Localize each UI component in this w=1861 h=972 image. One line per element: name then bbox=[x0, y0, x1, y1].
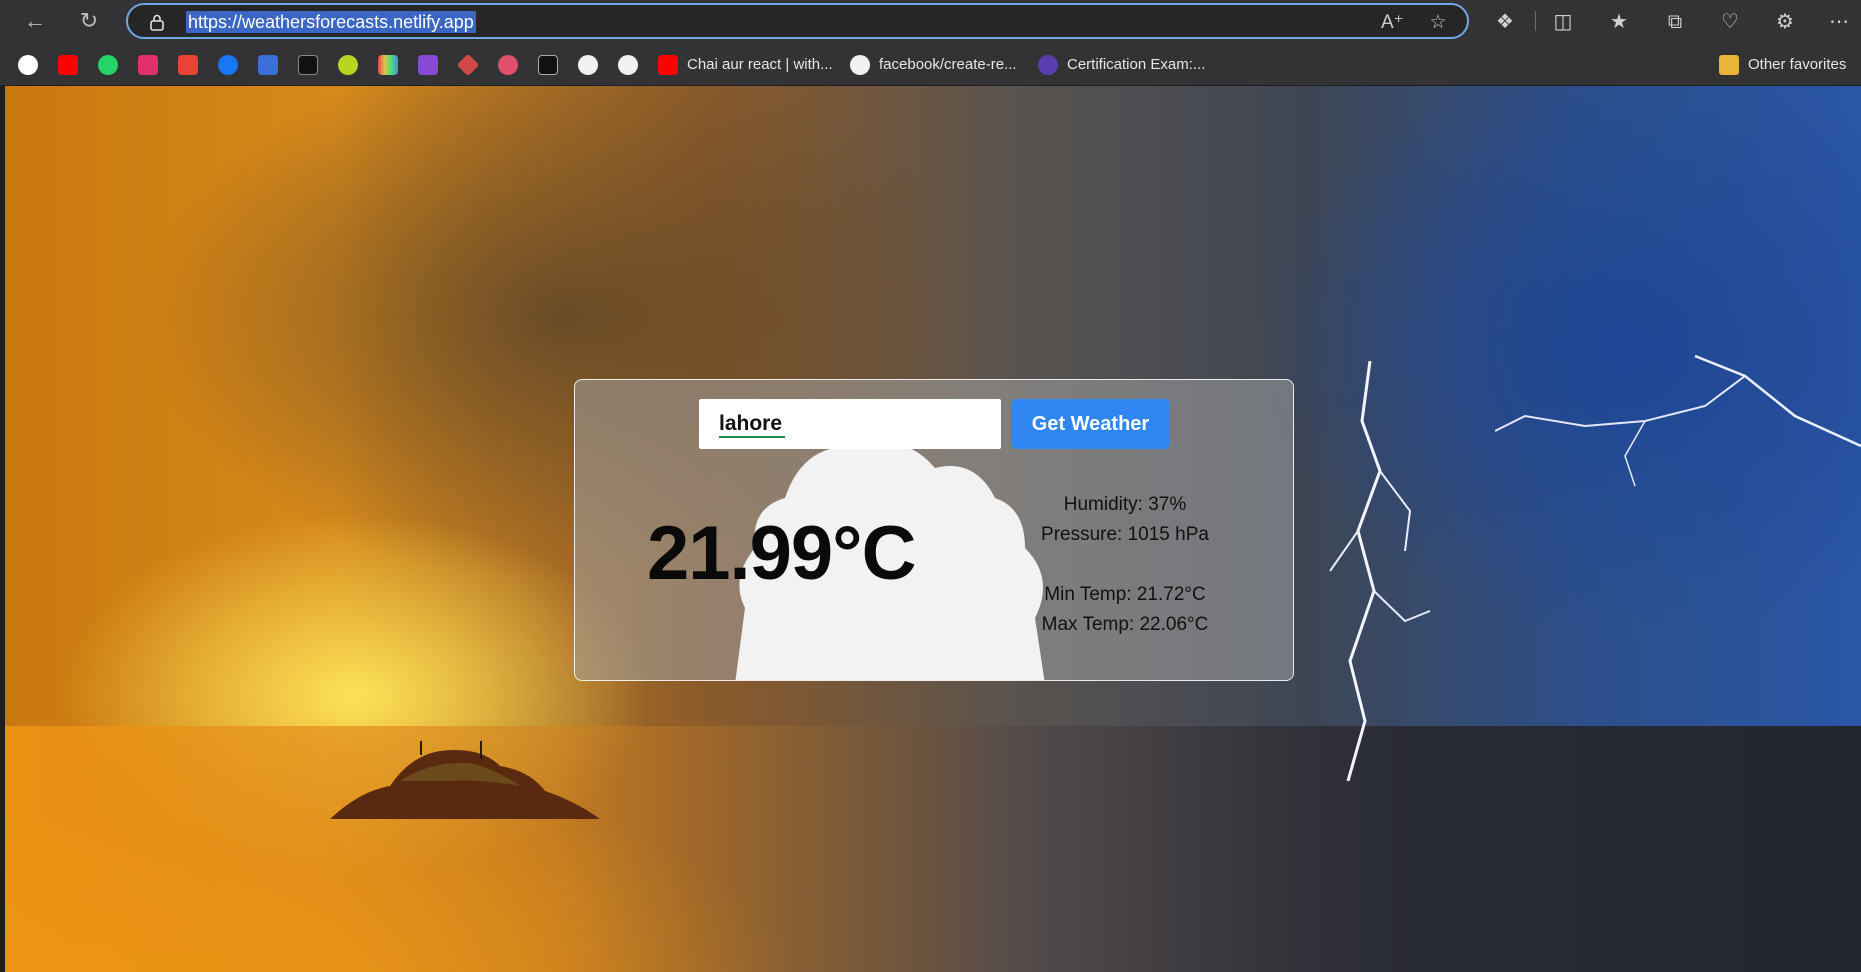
get-weather-button[interactable]: Get Weather bbox=[1011, 399, 1170, 449]
browser-essentials-icon[interactable]: ♡ bbox=[1717, 9, 1743, 35]
browser-toolbar: ← ↻ https://weathersforecasts.netlify.ap… bbox=[0, 0, 1861, 42]
colorbars-icon[interactable] bbox=[378, 55, 398, 75]
city-input[interactable] bbox=[699, 399, 1001, 449]
pressure-text: Pressure: 1015 hPa bbox=[1041, 524, 1209, 545]
mask-icon[interactable] bbox=[498, 55, 518, 75]
page-background: Get Weather 21.99°C Humidity: 37% Pressu… bbox=[5, 86, 1861, 972]
adobe-icon[interactable] bbox=[298, 55, 318, 75]
back-arrow-icon[interactable]: ← bbox=[18, 4, 52, 38]
github-icon[interactable] bbox=[578, 55, 598, 75]
github-icon[interactable] bbox=[618, 55, 638, 75]
folder-icon[interactable] bbox=[1719, 55, 1739, 75]
address-bar[interactable]: https://weathersforecasts.netlify.app A⁺… bbox=[126, 3, 1469, 39]
github-icon[interactable] bbox=[850, 55, 870, 75]
spellcheck-underline bbox=[719, 436, 785, 438]
youtube-icon[interactable] bbox=[58, 55, 78, 75]
weather-card: Get Weather 21.99°C Humidity: 37% Pressu… bbox=[574, 379, 1294, 681]
split-screen-icon[interactable]: ◫ bbox=[1550, 9, 1576, 35]
temperature-value: 21.99°C bbox=[647, 511, 916, 596]
refresh-icon[interactable]: ↻ bbox=[72, 4, 106, 38]
toolbar-divider bbox=[1535, 11, 1536, 31]
collections-icon[interactable]: ⧉ bbox=[1662, 9, 1688, 35]
read-aloud-icon[interactable]: A⁺ bbox=[1381, 12, 1404, 34]
purple-tv-icon[interactable] bbox=[418, 55, 438, 75]
youtube-icon[interactable] bbox=[658, 55, 678, 75]
crescent-icon[interactable] bbox=[1038, 55, 1058, 75]
copilot-icon[interactable]: ⚙ bbox=[1772, 9, 1798, 35]
whatsapp-icon[interactable] bbox=[98, 55, 118, 75]
green-ball-icon[interactable] bbox=[338, 55, 358, 75]
gmail-icon[interactable] bbox=[178, 55, 198, 75]
blue-app-icon[interactable] bbox=[258, 55, 278, 75]
weather-details: Humidity: 37% Pressure: 1015 hPa Min Tem… bbox=[1005, 490, 1245, 640]
browser-chrome: ← ↻ https://weathersforecasts.netlify.ap… bbox=[0, 0, 1861, 85]
url-text[interactable]: https://weathersforecasts.netlify.app bbox=[186, 11, 476, 33]
bookmarks-bar: Chai aur react | with... facebook/create… bbox=[0, 48, 1861, 82]
extensions-icon[interactable]: ❖ bbox=[1492, 9, 1518, 35]
bookmark-label[interactable]: facebook/create-re... bbox=[879, 54, 1017, 76]
lightning-bolt bbox=[1329, 361, 1431, 781]
more-options-icon[interactable]: ⋯ bbox=[1826, 9, 1852, 35]
sea-reflection bbox=[5, 726, 1861, 972]
lock-icon[interactable] bbox=[148, 13, 166, 31]
facebook-icon[interactable] bbox=[218, 55, 238, 75]
island-image bbox=[330, 741, 600, 819]
min-temp-text: Min Temp: 21.72°C bbox=[1044, 584, 1206, 605]
lightning-bolt bbox=[1495, 354, 1861, 487]
max-temp-text: Max Temp: 22.06°C bbox=[1041, 614, 1209, 635]
google-icon[interactable] bbox=[18, 55, 38, 75]
instagram-icon[interactable] bbox=[138, 55, 158, 75]
medium-icon[interactable] bbox=[538, 55, 558, 75]
other-favorites[interactable]: Other favorites bbox=[1748, 54, 1846, 76]
humidity-text: Humidity: 37% bbox=[1063, 494, 1187, 515]
bookmark-label[interactable]: Certification Exam:... bbox=[1067, 54, 1205, 76]
details-spacer bbox=[1005, 550, 1245, 580]
favorite-star-icon[interactable]: ☆ bbox=[1427, 12, 1449, 34]
diamond-icon[interactable] bbox=[456, 53, 480, 77]
favorites-icon[interactable]: ★ bbox=[1606, 9, 1632, 35]
bookmark-label[interactable]: Chai aur react | with... bbox=[687, 54, 833, 76]
